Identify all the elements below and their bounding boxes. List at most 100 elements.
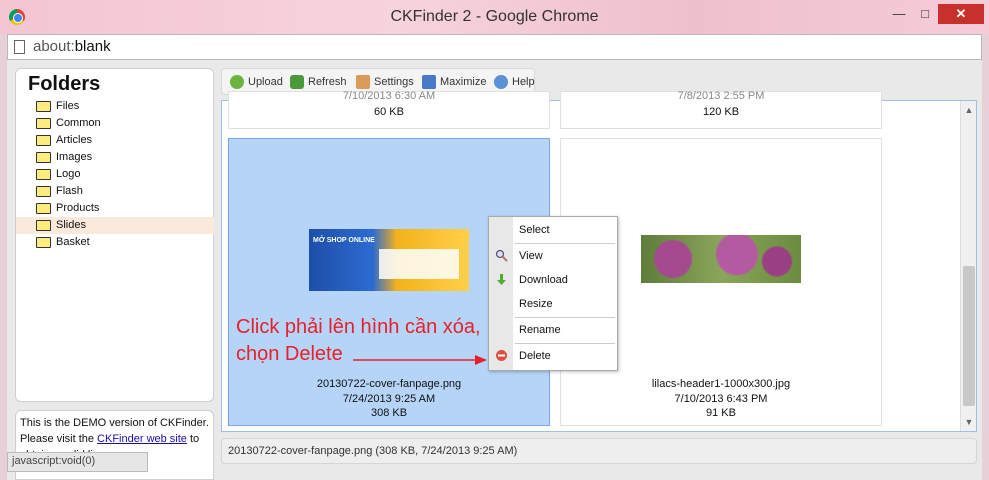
banner-text: MỞ SHOP ONLINE (313, 237, 375, 244)
folder-item-logo[interactable]: Logo (16, 166, 214, 183)
address-text[interactable]: about:blank (33, 38, 111, 55)
file-date: 7/24/2013 9:25 AM (342, 393, 436, 405)
file-date: 7/10/2013 6:43 PM (674, 393, 768, 405)
context-rename-label: Rename (519, 324, 561, 336)
annotation-line-2: chọn Delete (236, 343, 343, 365)
folder-icon (36, 237, 51, 248)
settings-label: Settings (374, 76, 414, 88)
folder-icon (36, 169, 51, 180)
folder-label: Logo (56, 168, 81, 180)
scroll-down-icon[interactable]: ▼ (964, 417, 974, 427)
file-size: 120 KB (702, 106, 740, 118)
refresh-label: Refresh (308, 76, 347, 88)
folder-label: Images (56, 151, 93, 163)
file-tile-top-2[interactable]: 7/8/2013 2:55 PM 120 KB (560, 90, 882, 129)
file-name: 20130722-cover-fanpage.png (316, 378, 462, 390)
magnifier-icon (495, 249, 508, 262)
folder-item-slides[interactable]: Slides (16, 217, 214, 234)
context-download-label: Download (519, 274, 568, 286)
context-separator (515, 243, 615, 244)
ckfinder-website-link[interactable]: CKFinder web site (97, 433, 187, 445)
context-view[interactable]: View (489, 245, 617, 267)
file-tile-top-1[interactable]: 7/10/2013 6:30 AM 60 KB (228, 90, 550, 129)
folder-label: Articles (56, 134, 93, 146)
page-icon (14, 40, 25, 54)
banner-screens (379, 249, 459, 279)
status-link-tooltip: javascript:void(0) (7, 452, 148, 472)
context-select-label: Select (519, 224, 550, 236)
folder-icon (36, 118, 51, 129)
folder-item-common[interactable]: Common (16, 115, 214, 132)
address-prefix: about: (33, 38, 75, 55)
file-date: 7/8/2013 2:55 PM (677, 90, 765, 102)
refresh-icon (290, 75, 304, 89)
context-resize-label: Resize (519, 298, 553, 310)
context-delete[interactable]: Delete (489, 345, 617, 367)
title-bar: CKFinder 2 - Google Chrome — □ ✕ (0, 0, 989, 34)
context-separator (515, 343, 615, 344)
maximize-window-button[interactable]: □ (912, 4, 938, 24)
context-menu: Select View Download Resize Rename Delet… (488, 216, 618, 371)
context-view-label: View (519, 250, 543, 262)
download-arrow-icon (497, 274, 506, 285)
folder-item-basket[interactable]: Basket (16, 234, 214, 251)
context-resize[interactable]: Resize (489, 293, 617, 315)
demo-line-1: This is the DEMO version of CKFinder. (20, 417, 209, 429)
folder-label: Flash (56, 185, 83, 197)
annotation-arrow-icon (353, 355, 487, 365)
annotation-line-1: Click phải lên hình cần xóa, (236, 316, 481, 338)
folders-title: Folders (28, 73, 101, 95)
file-size: 60 KB (374, 106, 404, 118)
file-info-bar: 20130722-cover-fanpage.png (308 KB, 7/24… (221, 438, 977, 464)
folder-label: Basket (56, 236, 90, 248)
address-bar[interactable]: about:blank (7, 34, 982, 60)
ckfinder-app: Folders Files Common Articles Images Log… (7, 60, 982, 480)
folder-icon (36, 220, 51, 231)
demo-line-2-prefix: Please visit the (20, 433, 98, 445)
wrench-icon (356, 75, 370, 89)
folder-icon (36, 186, 51, 197)
close-window-button[interactable]: ✕ (938, 4, 984, 24)
delete-icon (496, 350, 507, 361)
folder-item-files[interactable]: Files (16, 98, 214, 115)
folder-item-images[interactable]: Images (16, 149, 214, 166)
folder-icon (36, 135, 51, 146)
folder-label: Common (56, 117, 101, 129)
file-date: 7/10/2013 6:30 AM (342, 90, 436, 102)
demo-line-2: Please visit the CKFinder web site to (20, 431, 209, 447)
context-delete-label: Delete (519, 350, 551, 362)
context-select[interactable]: Select (489, 219, 617, 241)
folder-label: Slides (56, 219, 86, 231)
help-label: Help (512, 76, 535, 88)
folder-item-articles[interactable]: Articles (16, 132, 214, 149)
folder-icon (36, 203, 51, 214)
file-thumbnail-lilacs (641, 235, 801, 283)
folders-panel: Folders Files Common Articles Images Log… (15, 68, 214, 402)
folder-item-products[interactable]: Products (16, 200, 214, 217)
file-size: 91 KB (706, 407, 736, 419)
file-size: 308 KB (370, 407, 408, 419)
file-name: lilacs-header1-1000x300.jpg (651, 378, 791, 390)
maximize-icon (422, 75, 436, 89)
folder-label: Products (56, 202, 100, 214)
context-rename[interactable]: Rename (489, 319, 617, 341)
scroll-thumb[interactable] (963, 266, 975, 406)
upload-label: Upload (248, 76, 283, 88)
scroll-up-icon[interactable]: ▲ (964, 105, 974, 115)
demo-line-2-suffix: to (186, 433, 200, 445)
files-scrollbar[interactable]: ▲ ▼ (960, 101, 976, 431)
file-thumbnail-banner: MỞ SHOP ONLINE (309, 229, 469, 291)
upload-icon (230, 75, 244, 89)
address-page: blank (74, 38, 111, 55)
maximize-label: Maximize (440, 76, 487, 88)
help-icon (494, 75, 508, 89)
context-download[interactable]: Download (489, 269, 617, 291)
context-separator (515, 317, 615, 318)
folder-item-flash[interactable]: Flash (16, 183, 214, 200)
folder-label: Files (56, 100, 80, 112)
minimize-button[interactable]: — (886, 4, 912, 24)
window-title: CKFinder 2 - Google Chrome (390, 8, 599, 25)
folder-icon (36, 101, 51, 112)
folder-icon (36, 152, 51, 163)
browser-viewport: Folders Files Common Articles Images Log… (7, 60, 982, 480)
